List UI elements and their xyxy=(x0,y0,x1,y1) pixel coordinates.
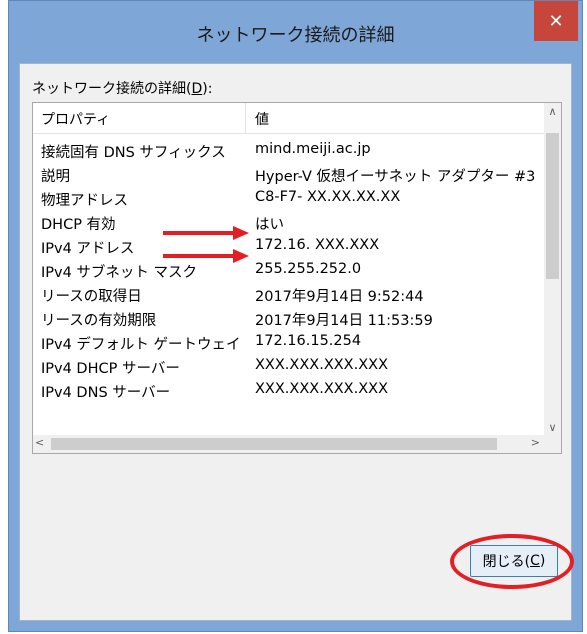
row-value: はい xyxy=(255,217,284,233)
details-list-label: ネットワーク接続の詳細(D): xyxy=(32,78,212,98)
row-value: Hyper-V 仮想イーサネット アダプター #3 xyxy=(255,169,536,185)
row-property: IPv4 DNS サーバー xyxy=(41,385,171,401)
row-value: C8-F7- XX.XX.XX.XX xyxy=(255,189,401,205)
list-item[interactable]: リースの有効期限 2017年9月14日 11:53:59 xyxy=(33,306,544,330)
row-value: mind.meiji.ac.jp xyxy=(255,141,371,157)
row-property: IPv4 アドレス xyxy=(41,241,135,257)
vertical-scroll-thumb[interactable] xyxy=(546,133,559,279)
list-item[interactable]: IPv4 DNS サーバー XXX.XXX.XXX.XXX xyxy=(33,378,544,402)
row-value: 2017年9月14日 11:53:59 xyxy=(255,313,433,329)
close-window-button[interactable]: ✕ xyxy=(534,1,578,41)
row-value: XXX.XXX.XXX.XXX xyxy=(255,357,389,373)
scroll-up-icon[interactable]: ∧ xyxy=(544,105,561,118)
details-label-accesskey: D xyxy=(191,81,203,97)
list-item[interactable]: 説明 Hyper-V 仮想イーサネット アダプター #3 xyxy=(33,162,544,186)
scroll-right-icon[interactable]: > xyxy=(531,436,540,449)
row-property: DHCP 有効 xyxy=(41,217,116,233)
row-property: IPv4 デフォルト ゲートウェイ xyxy=(41,337,241,353)
scroll-down-icon[interactable]: ∨ xyxy=(544,421,561,434)
column-header-value[interactable]: 値 xyxy=(255,109,269,129)
scroll-left-icon[interactable]: < xyxy=(35,436,44,449)
row-value: 255.255.252.0 xyxy=(255,261,362,277)
horizontal-scroll-thumb[interactable] xyxy=(51,438,497,450)
column-header-property[interactable]: プロパティ xyxy=(41,109,110,129)
details-list[interactable]: プロパティ 値 接続固有 DNS サフィックス mind.meiji.ac.jp… xyxy=(32,102,562,454)
column-divider[interactable] xyxy=(245,103,246,133)
title-bar[interactable]: ネットワーク接続の詳細 ✕ xyxy=(9,1,582,63)
list-item[interactable]: リースの取得日 2017年9月14日 9:52:44 xyxy=(33,282,544,306)
vertical-scrollbar[interactable]: ∧ ∨ xyxy=(544,103,561,436)
row-property: IPv4 DHCP サーバー xyxy=(41,361,180,377)
arrow-pointer-dhcp-icon xyxy=(163,226,249,240)
list-item[interactable]: IPv4 アドレス 172.16. XXX.XXX xyxy=(33,234,544,258)
row-value: 172.16. XXX.XXX xyxy=(255,237,380,253)
dialog-title: ネットワーク接続の詳細 xyxy=(196,25,395,46)
list-item[interactable]: IPv4 DHCP サーバー XXX.XXX.XXX.XXX xyxy=(33,354,544,378)
row-property: 説明 xyxy=(41,169,70,185)
list-item[interactable]: IPv4 デフォルト ゲートウェイ 172.16.15.254 xyxy=(33,330,544,354)
details-label-suffix: ): xyxy=(202,81,213,97)
close-icon: ✕ xyxy=(548,10,564,32)
row-property: リースの有効期限 xyxy=(41,313,157,329)
row-property: 物理アドレス xyxy=(41,193,128,209)
details-label-prefix: ネットワーク接続の詳細( xyxy=(32,81,192,97)
arrow-pointer-ipv4-icon xyxy=(163,249,249,263)
scrollbar-corner xyxy=(544,435,561,453)
network-details-dialog: ネットワーク接続の詳細 ✕ ネットワーク接続の詳細(D): プロパティ 値 接続… xyxy=(8,0,583,632)
list-item[interactable]: IPv4 サブネット マスク 255.255.252.0 xyxy=(33,258,544,282)
list-header: プロパティ 値 xyxy=(33,103,544,134)
row-value: 172.16.15.254 xyxy=(255,333,362,349)
row-value: XXX.XXX.XXX.XXX xyxy=(255,381,389,397)
dialog-body: ネットワーク接続の詳細(D): プロパティ 値 接続固有 DNS サフィックス … xyxy=(19,63,574,621)
row-value: 2017年9月14日 9:52:44 xyxy=(255,289,424,305)
list-item[interactable]: 物理アドレス C8-F7- XX.XX.XX.XX xyxy=(33,186,544,210)
horizontal-scrollbar[interactable]: < > xyxy=(33,435,544,453)
row-property: 接続固有 DNS サフィックス xyxy=(41,145,226,161)
list-item[interactable]: 接続固有 DNS サフィックス mind.meiji.ac.jp xyxy=(33,138,544,162)
list-item[interactable]: DHCP 有効 はい xyxy=(33,210,544,234)
row-property: リースの取得日 xyxy=(41,289,142,305)
highlight-ellipse xyxy=(450,534,574,589)
